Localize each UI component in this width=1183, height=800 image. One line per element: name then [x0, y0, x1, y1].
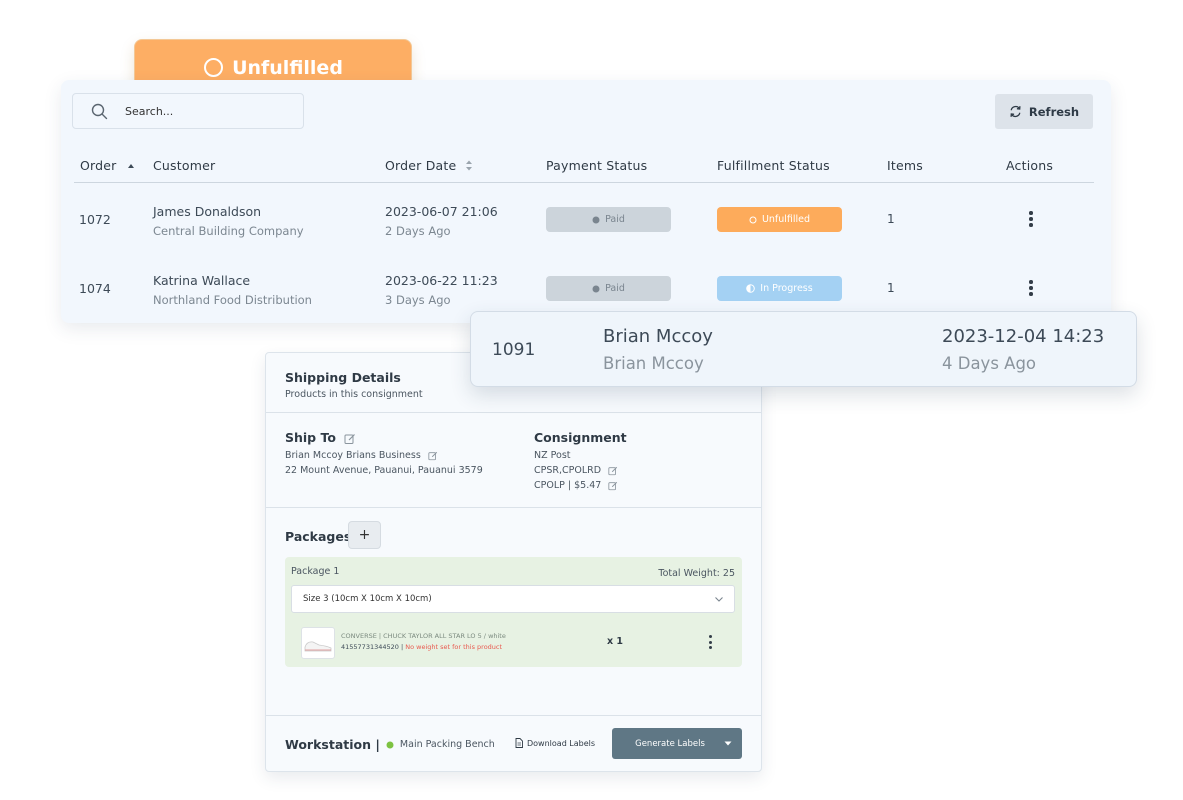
product-quantity: x 1 — [607, 636, 624, 647]
items-count: 1 — [887, 212, 895, 226]
shipping-rate: CPOLP | $5.47 — [534, 480, 602, 491]
service-codes: CPSR,CPOLRD — [534, 465, 602, 476]
carrier-name: NZ Post — [534, 450, 571, 461]
document-icon — [515, 738, 523, 748]
order-age: 2 Days Ago — [385, 224, 451, 238]
workstation-label: Workstation | — [285, 737, 380, 752]
ship-to-name: Brian Mccoy Brians Business — [285, 450, 421, 461]
package-name: Package 1 — [291, 566, 340, 577]
generate-labels-button[interactable]: Generate Labels — [612, 728, 742, 759]
column-order-date[interactable]: Order Date — [385, 158, 476, 173]
row-actions-menu-icon[interactable] — [1024, 280, 1038, 296]
column-fulfillment-status: Fulfillment Status — [717, 158, 830, 173]
refresh-label: Refresh — [1028, 104, 1080, 119]
product-actions-menu-icon[interactable] — [703, 635, 717, 649]
packages-title: Packages — [285, 529, 352, 544]
customer-company: Central Building Company — [153, 224, 304, 238]
total-weight: Total Weight: 25 — [658, 568, 735, 579]
dot-icon — [592, 216, 600, 223]
workstation-name: Main Packing Bench — [399, 739, 495, 750]
ship-to-section: Ship To Brian Mccoy Brians Business 22 M… — [266, 413, 761, 508]
circle-icon — [204, 58, 224, 77]
product-meta: 41557731344520 | No weight set for this … — [341, 643, 502, 651]
orders-panel: Refresh Order Customer Order Date Paymen… — [61, 80, 1111, 323]
customer-company: Northland Food Distribution — [153, 293, 312, 307]
table-row[interactable]: 1074 Katrina Wallace Northland Food Dist… — [74, 259, 1094, 319]
order-date-cell: 2023-06-22 11:23 3 Days Ago — [385, 273, 498, 307]
customer-name: Katrina Wallace — [153, 273, 251, 288]
refresh-icon — [1010, 105, 1021, 118]
column-order[interactable]: Order — [80, 158, 139, 173]
edit-icon[interactable] — [344, 433, 356, 445]
refresh-button[interactable]: Refresh — [995, 94, 1093, 129]
order-number: 1072 — [79, 212, 111, 227]
shoe-icon — [304, 641, 332, 652]
order-date: 2023-06-22 11:23 — [385, 273, 498, 288]
workstation-block: Workstation | Main Packing Bench — [285, 737, 495, 752]
column-customer: Customer — [153, 158, 216, 173]
order-number: 1091 — [492, 340, 536, 360]
shipping-details-card: Shipping Details Products in this consig… — [265, 352, 762, 772]
sort-icon — [466, 160, 473, 171]
order-date: 2023-06-07 21:06 — [385, 204, 498, 219]
customer-name: James Donaldson — [153, 204, 262, 219]
search-icon — [73, 103, 125, 120]
order-age: 4 Days Ago — [942, 354, 1037, 373]
order-date-cell: 2023-06-07 21:06 2 Days Ago — [385, 204, 498, 238]
order-number: 1074 — [79, 281, 111, 296]
caret-down-icon[interactable] — [714, 741, 742, 746]
search-input[interactable] — [125, 104, 295, 118]
row-actions-menu-icon[interactable] — [1024, 211, 1038, 227]
ship-to-block: Ship To Brian Mccoy Brians Business 22 M… — [285, 430, 483, 476]
order-date: 2023-12-04 14:23 — [942, 326, 1105, 347]
shipping-subtitle: Products in this consignment — [285, 389, 423, 400]
table-header: Order Customer Order Date Payment Status… — [74, 150, 1094, 183]
table-row[interactable]: 1072 James Donaldson Central Building Co… — [74, 190, 1094, 250]
sort-asc-icon — [127, 163, 134, 168]
ship-to-address: 22 Mount Avenue, Pauanui, Pauanui 3579 — [285, 465, 483, 476]
circle-icon — [749, 216, 757, 223]
dot-icon — [592, 285, 600, 292]
chevron-down-icon — [715, 597, 723, 602]
product-warning: No weight set for this product — [405, 643, 503, 651]
product-sku: 41557731344520 | — [341, 643, 404, 651]
half-circle-icon — [746, 284, 756, 293]
consignment-block: Consignment NZ Post CPSR,CPOLRD CPOLP | … — [534, 430, 627, 491]
items-count: 1 — [887, 281, 895, 295]
download-labels-link[interactable]: Download Labels — [515, 738, 595, 748]
customer-company: Brian Mccoy — [603, 354, 704, 373]
order-date-cell: 2023-12-04 14:23 4 Days Ago — [942, 326, 1104, 373]
customer-cell: James Donaldson Central Building Company — [153, 204, 304, 238]
payment-status-badge: Paid — [546, 276, 671, 301]
package-size-select[interactable]: Size 3 (10cm X 10cm X 10cm) — [291, 585, 735, 613]
product-name: CONVERSE | CHUCK TAYLOR ALL STAR LO 5 / … — [341, 632, 506, 640]
badge-label: Unfulfilled — [232, 56, 343, 79]
consignment-title: Consignment — [534, 430, 627, 445]
column-actions: Actions — [1006, 158, 1054, 173]
column-items: Items — [887, 158, 923, 173]
search-box[interactable] — [72, 93, 304, 129]
customer-cell: Brian Mccoy Brian Mccoy — [603, 326, 713, 373]
generate-labels-label: Generate Labels — [635, 738, 705, 749]
product-thumbnail — [301, 627, 335, 659]
payment-status-badge: Paid — [546, 207, 671, 232]
column-payment-status: Payment Status — [546, 158, 648, 173]
order-age: 3 Days Ago — [385, 293, 451, 307]
add-package-button[interactable]: + — [348, 521, 381, 549]
ship-to-title: Ship To — [285, 430, 336, 445]
status-dot-icon — [386, 741, 394, 748]
package-size-value: Size 3 (10cm X 10cm X 10cm) — [303, 594, 432, 604]
edit-icon[interactable] — [428, 451, 438, 461]
customer-cell: Katrina Wallace Northland Food Distribut… — [153, 273, 312, 307]
download-labels-label: Download Labels — [527, 738, 596, 748]
highlighted-order-row[interactable]: 1091 Brian Mccoy Brian Mccoy 2023-12-04 … — [470, 311, 1137, 387]
shipping-title: Shipping Details — [285, 370, 401, 385]
fulfillment-status-badge: Unfulfilled — [717, 207, 842, 232]
package-card: Package 1 Total Weight: 25 Size 3 (10cm … — [285, 557, 742, 667]
edit-icon[interactable] — [608, 481, 618, 491]
fulfillment-status-badge: In Progress — [717, 276, 842, 301]
edit-icon[interactable] — [608, 466, 618, 476]
customer-name: Brian Mccoy — [603, 326, 713, 347]
